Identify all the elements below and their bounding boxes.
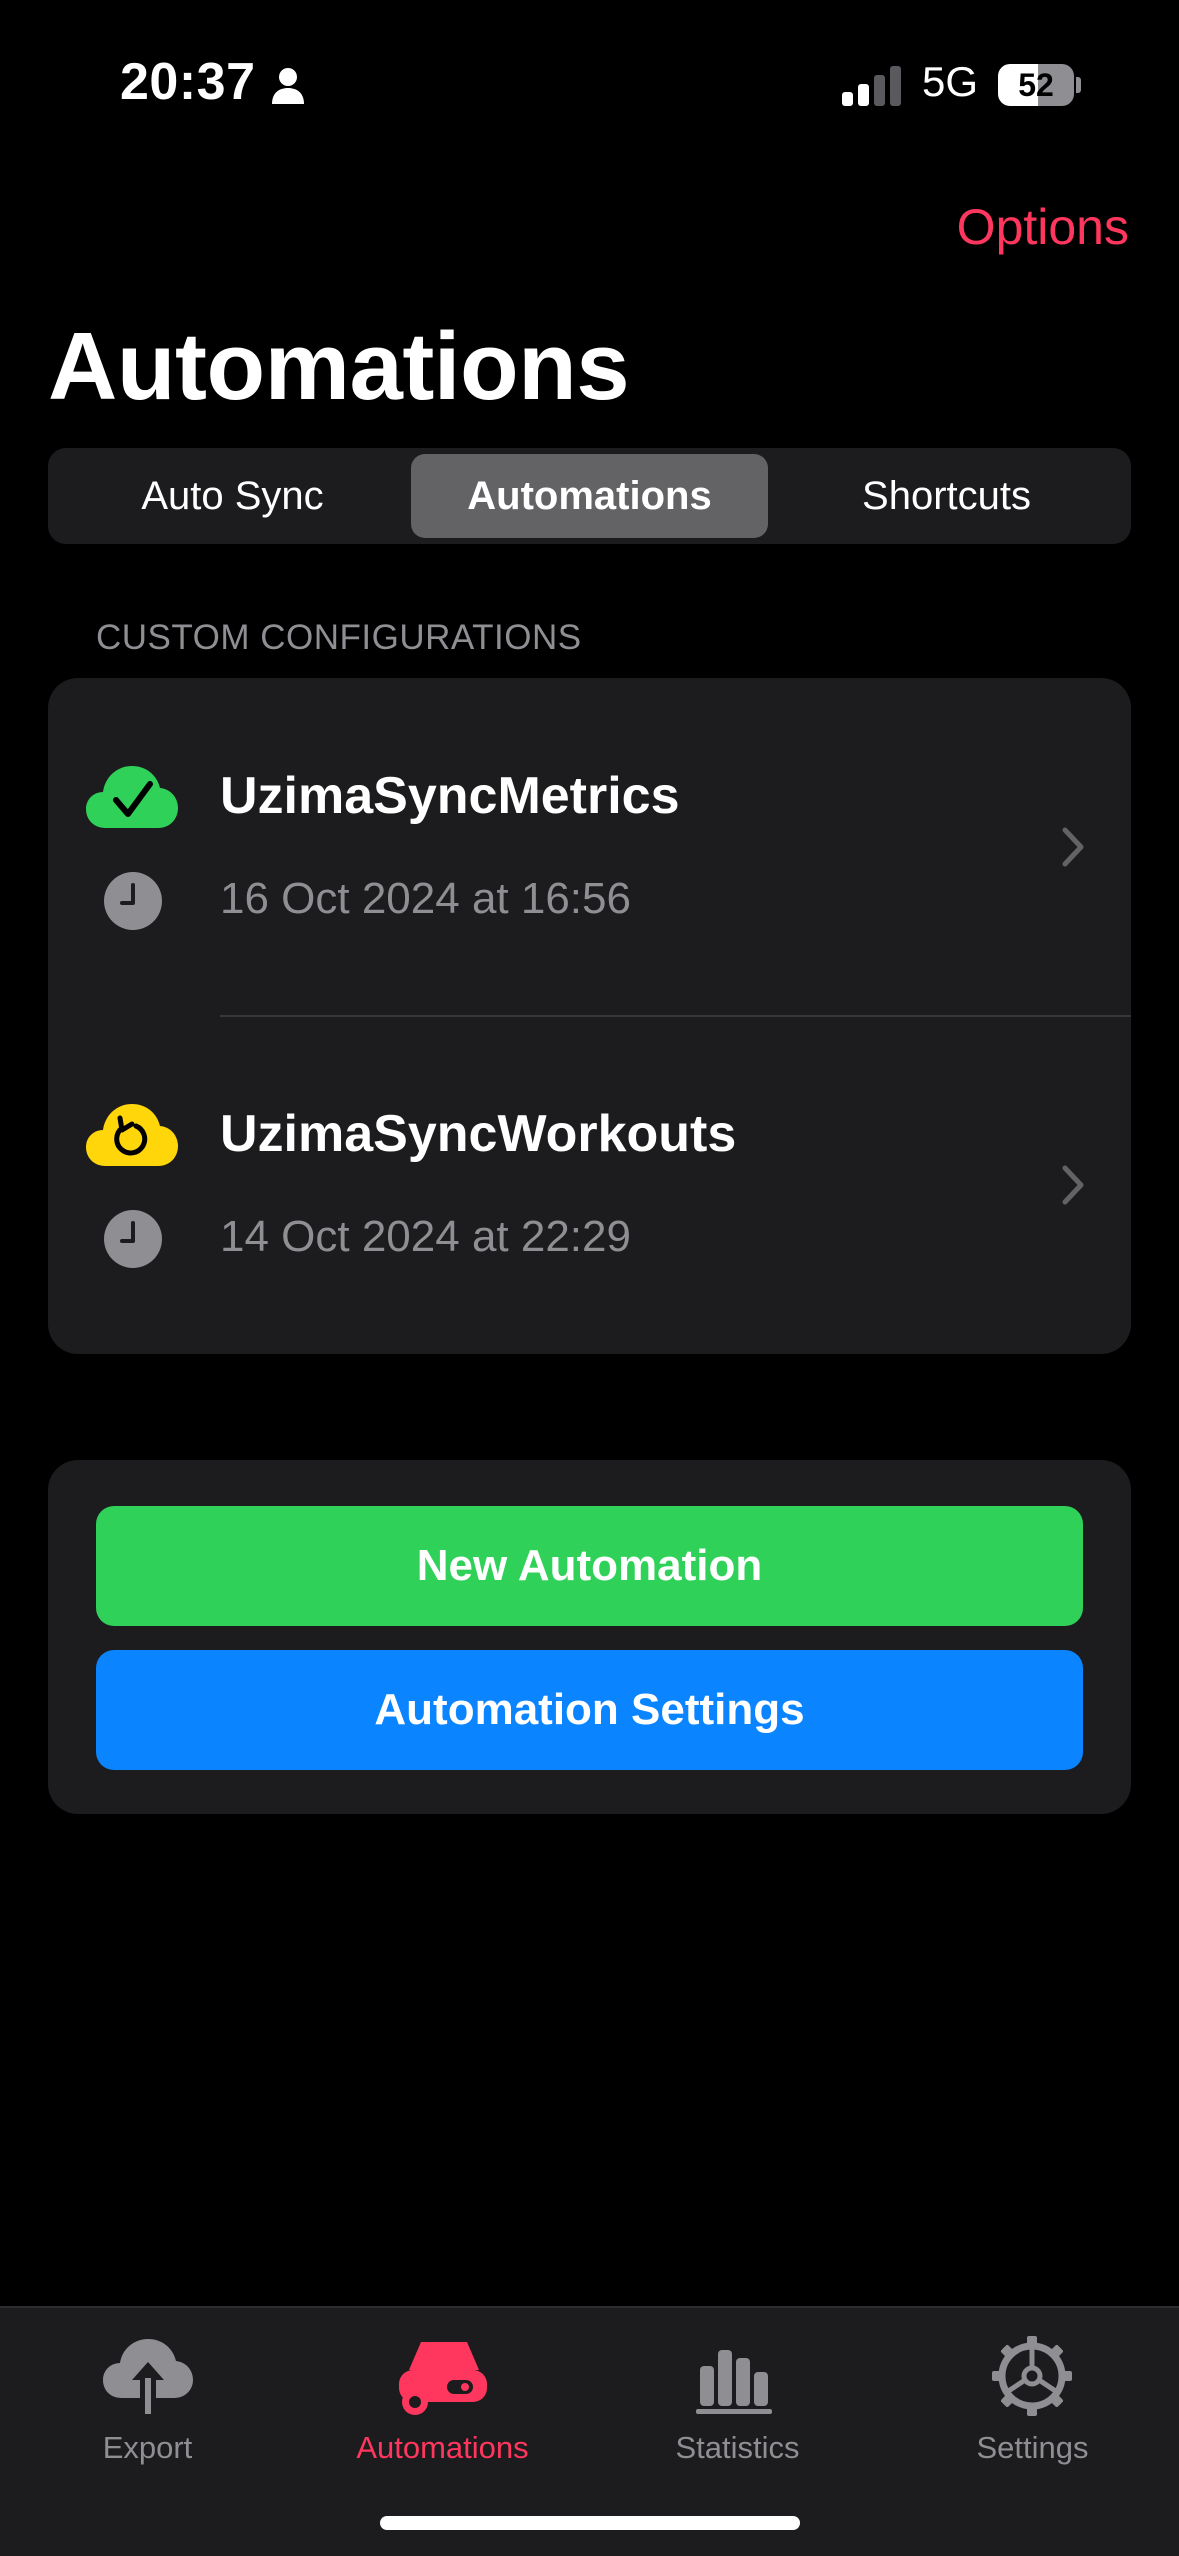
status-bar: 20:37 5G 52: [0, 0, 1179, 150]
status-time: 20:37: [120, 53, 256, 111]
configurations-list: UzimaSyncMetrics 16 Oct 2024 at 16:56 Uz…: [48, 678, 1131, 1354]
tab-label: Automations: [356, 2430, 529, 2465]
tab-automations[interactable]: Automations: [295, 2326, 590, 2476]
cellular-signal-icon: [842, 66, 901, 106]
tab-label: Export: [102, 2430, 193, 2465]
cloud-upload-icon: [103, 2339, 193, 2414]
options-button[interactable]: Options: [957, 198, 1129, 256]
configuration-last-run: 16 Oct 2024 at 16:56: [220, 874, 631, 923]
battery-icon: 52: [998, 64, 1081, 106]
segment-auto-sync[interactable]: Auto Sync: [54, 454, 411, 538]
gear-icon: [992, 2336, 1072, 2416]
cloud-check-icon: [86, 766, 178, 828]
chevron-right-icon: [1062, 1165, 1084, 1205]
tab-settings[interactable]: Settings: [885, 2326, 1179, 2476]
chevron-right-icon: [1062, 827, 1084, 867]
page-title: Automations: [48, 313, 630, 420]
tab-label: Statistics: [675, 2430, 800, 2465]
automation-settings-button[interactable]: Automation Settings: [96, 1650, 1083, 1770]
list-item[interactable]: UzimaSyncWorkouts 14 Oct 2024 at 22:29: [48, 1016, 1131, 1354]
bar-chart-icon: [696, 2350, 772, 2414]
network-type: 5G: [922, 58, 979, 105]
clock-icon: [104, 872, 162, 930]
actions-card: New Automation Automation Settings: [48, 1460, 1131, 1814]
tab-export[interactable]: Export: [0, 2326, 295, 2476]
configuration-name: UzimaSyncWorkouts: [220, 1105, 737, 1163]
car-icon: [399, 2342, 487, 2415]
battery-level: 52: [1018, 67, 1054, 103]
segmented-control: Auto Sync Automations Shortcuts: [48, 448, 1131, 544]
segment-shortcuts[interactable]: Shortcuts: [768, 454, 1125, 538]
segment-automations[interactable]: Automations: [411, 454, 768, 538]
automations-screen: 20:37 5G 52 Options Automations Auto Syn…: [0, 0, 1179, 2556]
tab-label: Settings: [976, 2430, 1089, 2465]
new-automation-button[interactable]: New Automation: [96, 1506, 1083, 1626]
section-header: CUSTOM CONFIGURATIONS: [96, 618, 582, 657]
configuration-name: UzimaSyncMetrics: [220, 767, 680, 825]
home-indicator: [380, 2516, 800, 2530]
configuration-last-run: 14 Oct 2024 at 22:29: [220, 1212, 631, 1261]
clock-icon: [104, 1210, 162, 1268]
cloud-refresh-icon: [86, 1104, 178, 1166]
person-icon: [272, 68, 304, 104]
tab-statistics[interactable]: Statistics: [590, 2326, 885, 2476]
list-item[interactable]: UzimaSyncMetrics 16 Oct 2024 at 16:56: [48, 678, 1131, 1016]
